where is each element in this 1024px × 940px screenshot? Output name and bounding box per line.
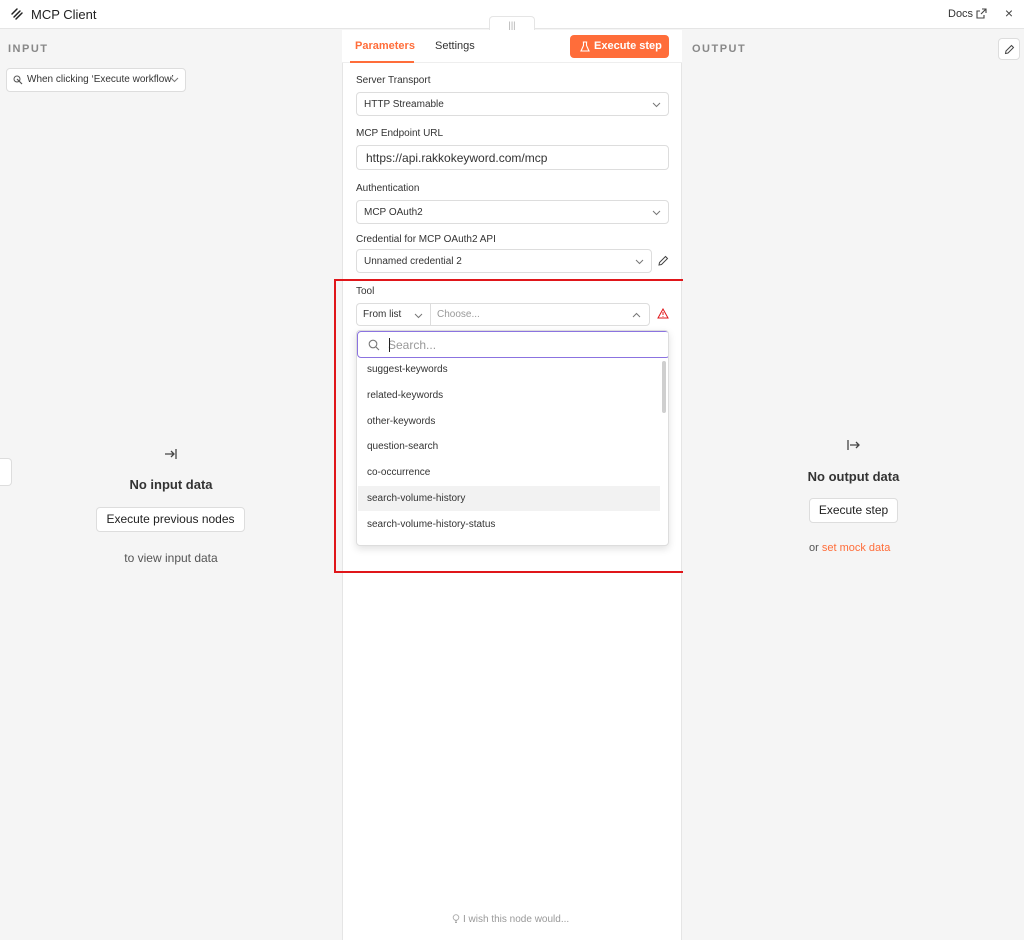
credential-select[interactable]: Unnamed credential 2	[356, 249, 652, 273]
credential-value: Unnamed credential 2	[364, 256, 462, 267]
edit-output-button[interactable]	[998, 38, 1020, 60]
execute-previous-nodes-button[interactable]: Execute previous nodes	[96, 507, 245, 532]
input-panel-label: INPUT	[8, 43, 49, 55]
tab-settings[interactable]: Settings	[435, 40, 475, 52]
highlight-frame	[334, 279, 699, 573]
execute-step-output-button[interactable]: Execute step	[809, 498, 898, 523]
execute-step-label: Execute step	[594, 40, 662, 52]
input-trigger-label: When clicking ‘Execute workflow’	[27, 74, 174, 85]
output-panel	[683, 30, 1024, 940]
arrow-to-right-icon	[165, 449, 177, 459]
endpoint-url-input[interactable]: https://api.rakkokeyword.com/mcp	[356, 145, 669, 170]
flask-icon	[580, 41, 590, 52]
feedback-label: I wish this node would...	[463, 914, 570, 925]
arrow-from-left-icon	[847, 440, 860, 450]
server-transport-select[interactable]: HTTP Streamable	[356, 92, 669, 116]
mock-prefix: or	[809, 542, 819, 554]
credential-label: Credential for MCP OAuth2 API	[356, 234, 496, 245]
mock-data-hint: or set mock data	[809, 542, 890, 554]
tabs-row: Parameters Settings Execute step	[342, 30, 682, 63]
pointer-click-icon	[13, 75, 23, 85]
endpoint-url-label: MCP Endpoint URL	[356, 128, 444, 139]
chevron-down-icon	[652, 102, 661, 108]
server-transport-label: Server Transport	[356, 75, 431, 86]
pencil-icon[interactable]	[657, 255, 669, 267]
chevron-down-icon	[635, 259, 644, 265]
node-logo-icon	[11, 8, 23, 20]
external-link-icon[interactable]	[976, 8, 987, 19]
execute-step-button[interactable]: Execute step	[570, 35, 669, 58]
input-hint: to view input data	[124, 551, 218, 565]
lightbulb-icon	[452, 914, 460, 923]
close-icon[interactable]: ×	[1002, 6, 1016, 20]
chevron-down-icon	[170, 77, 179, 83]
authentication-select[interactable]: MCP OAuth2	[356, 200, 669, 224]
server-transport-value: HTTP Streamable	[364, 99, 444, 110]
pencil-icon	[1004, 44, 1015, 55]
no-output-title: No output data	[807, 469, 900, 484]
node-title: MCP Client	[31, 7, 97, 22]
docs-link[interactable]: Docs	[948, 8, 973, 20]
chevron-down-icon	[652, 210, 661, 216]
output-panel-label: OUTPUT	[692, 43, 747, 55]
authentication-value: MCP OAuth2	[364, 207, 423, 218]
no-input-title: No input data	[129, 477, 213, 492]
tab-parameters[interactable]: Parameters	[355, 40, 415, 52]
active-tab-indicator	[350, 61, 414, 63]
set-mock-data-link[interactable]: set mock data	[822, 542, 890, 554]
input-trigger-select[interactable]: When clicking ‘Execute workflow’	[6, 68, 186, 92]
authentication-label: Authentication	[356, 183, 420, 194]
